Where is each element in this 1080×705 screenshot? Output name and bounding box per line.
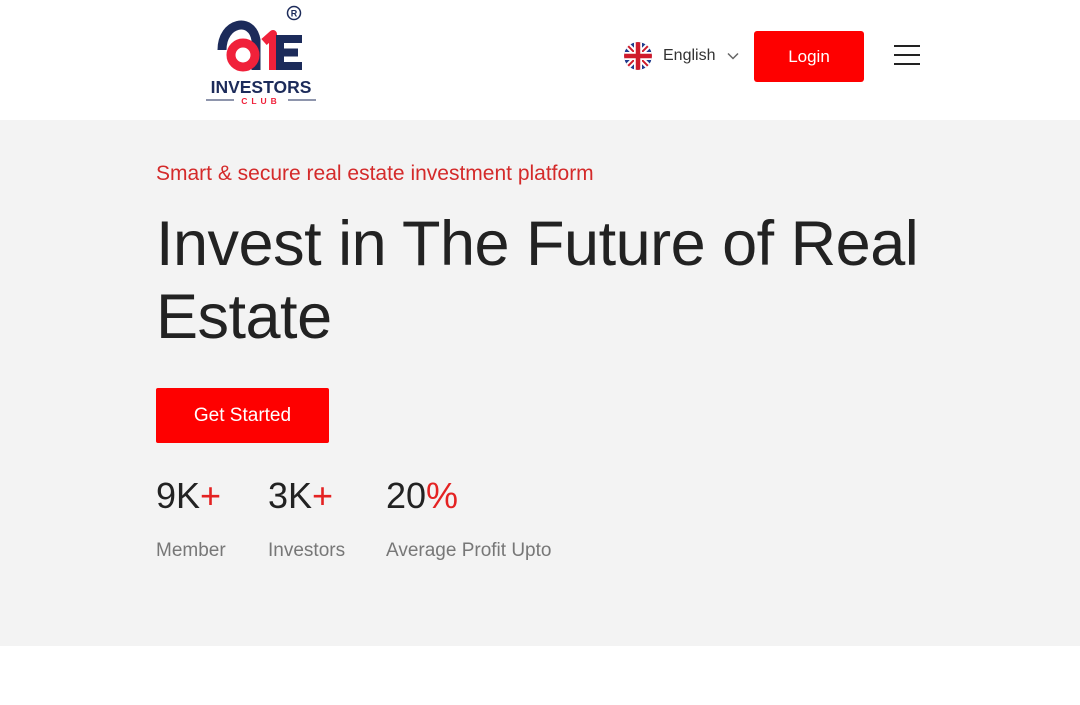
hero-tagline: Smart & secure real estate investment pl… xyxy=(156,162,594,185)
svg-text:INVESTORS: INVESTORS xyxy=(211,77,312,97)
stat-investors: 3K+ Investors xyxy=(268,476,345,562)
stat-label: Member xyxy=(156,540,226,561)
svg-text:R: R xyxy=(291,9,298,19)
stat-number: 3K xyxy=(268,475,313,516)
login-button[interactable]: Login xyxy=(754,31,864,82)
stat-average-profit: 20% Average Profit Upto xyxy=(386,476,551,562)
stat-value: 3K+ xyxy=(268,476,345,516)
stat-value: 20% xyxy=(386,476,551,516)
stat-value: 9K+ xyxy=(156,476,226,516)
site-header: R INVESTORS CLUB English Login xyxy=(0,0,1080,120)
hamburger-menu-icon[interactable] xyxy=(893,43,921,67)
stat-label: Average Profit Upto xyxy=(386,540,552,561)
svg-text:CLUB: CLUB xyxy=(241,96,281,106)
get-started-button[interactable]: Get Started xyxy=(156,388,329,443)
hero-section: Smart & secure real estate investment pl… xyxy=(0,120,1080,646)
stat-suffix: + xyxy=(200,475,222,516)
stat-members: 9K+ Member xyxy=(156,476,226,562)
investors-club-logo[interactable]: R INVESTORS CLUB xyxy=(198,4,324,108)
stat-label: Investors xyxy=(268,540,346,561)
hero-headline: Invest in The Future of Real Estate xyxy=(156,209,919,352)
stat-suffix: + xyxy=(312,475,334,516)
uk-flag-icon xyxy=(624,42,652,70)
language-selector[interactable]: English xyxy=(624,42,740,70)
language-label[interactable]: English xyxy=(663,47,715,65)
stat-number: 20 xyxy=(386,475,427,516)
stat-suffix: % xyxy=(426,475,459,516)
chevron-down-icon[interactable] xyxy=(726,49,740,63)
stat-number: 9K xyxy=(156,475,201,516)
